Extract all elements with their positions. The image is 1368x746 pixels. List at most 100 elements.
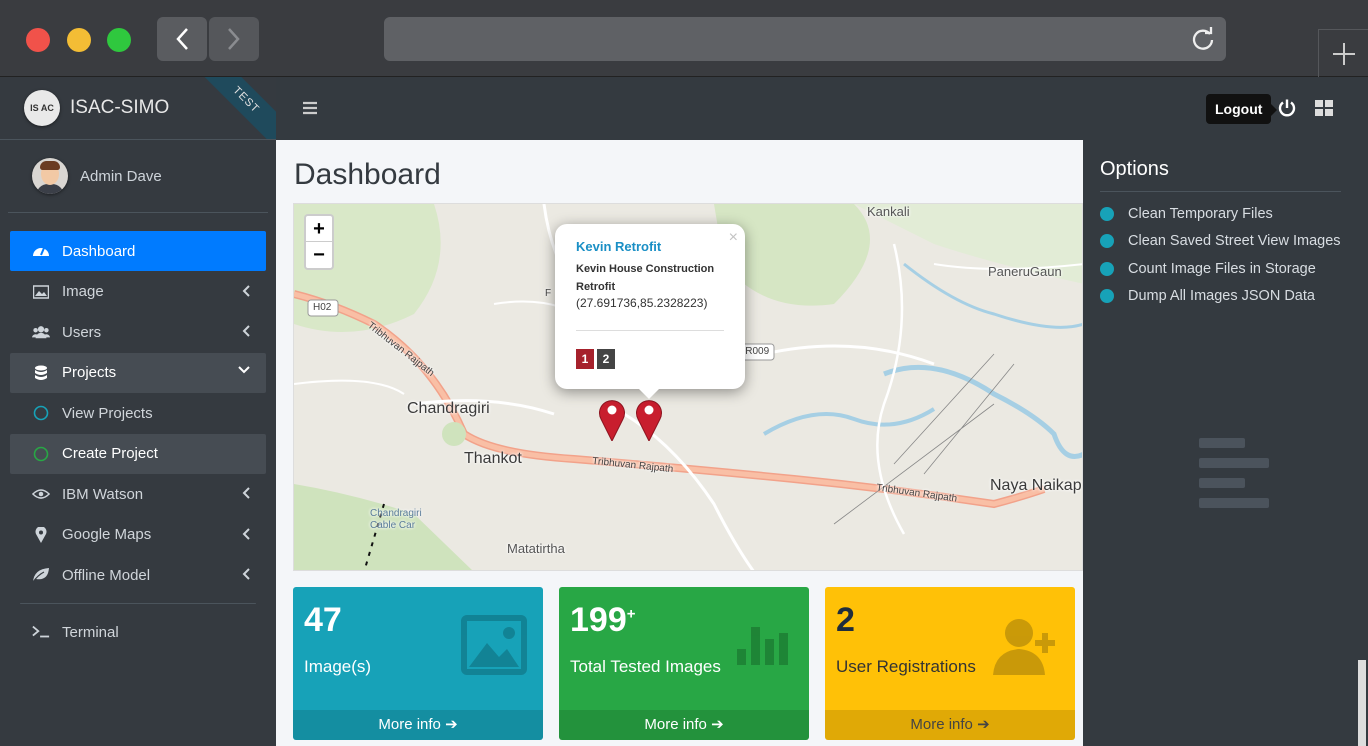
- control-sidebar: Options Clean Temporary Files Clean Save…: [1083, 140, 1368, 746]
- page-title: Dashboard: [294, 158, 441, 191]
- sidebar-item-view-projects[interactable]: View Projects: [10, 393, 266, 433]
- back-button[interactable]: [157, 17, 207, 61]
- sidebar-item-users[interactable]: Users: [10, 312, 266, 352]
- hamburger-menu-icon[interactable]: [302, 100, 318, 116]
- forward-button[interactable]: [209, 17, 259, 61]
- reload-icon[interactable]: [1190, 26, 1216, 52]
- option-count-image-files[interactable]: Count Image Files in Storage: [1100, 255, 1351, 283]
- map-label: Chandragiri: [407, 400, 490, 417]
- card-label: Image(s): [304, 657, 372, 676]
- logout-tooltip: Logout: [1206, 94, 1278, 124]
- sidebar-item-label: Projects: [62, 364, 117, 381]
- popup-coordinates: (27.691736,85.2328223): [576, 296, 708, 310]
- brand-logo: IS AC: [24, 90, 60, 126]
- sidebar-item-dashboard[interactable]: Dashboard: [10, 231, 266, 271]
- close-window-button[interactable]: [26, 28, 50, 52]
- avatar: [32, 158, 68, 194]
- option-clean-temporary-files[interactable]: Clean Temporary Files: [1100, 200, 1351, 228]
- leaf-icon: [32, 566, 50, 584]
- card-value: 2: [836, 601, 855, 639]
- popup-pager: 1 2: [576, 349, 724, 369]
- control-sidebar-icon[interactable]: [1315, 100, 1333, 116]
- map-label: PaneruGaun: [988, 264, 1062, 279]
- sidebar-item-image[interactable]: Image: [10, 272, 266, 312]
- chevron-down-icon: [238, 365, 250, 373]
- sidebar-item-label: Dashboard: [62, 242, 136, 260]
- user-name[interactable]: Admin Dave: [80, 168, 162, 185]
- brand-link[interactable]: IS AC ISAC-SIMO TEST: [0, 77, 276, 140]
- sidebar-item-label: Users: [62, 323, 102, 341]
- sidebar-item-google-maps[interactable]: Google Maps: [10, 515, 266, 555]
- arrow-circle-right-icon: ➔: [445, 716, 458, 733]
- power-icon[interactable]: [1277, 98, 1297, 118]
- sidebar-menu: Dashboard Image Users Projects View Proj…: [0, 213, 276, 652]
- sidebar-item-label: Create Project: [62, 445, 158, 462]
- map-popup: × Kevin Retrofit Kevin House Constructio…: [555, 224, 745, 399]
- chevron-left-icon: [242, 487, 250, 499]
- map-zoom-control: + −: [304, 214, 334, 270]
- circle-icon: [32, 445, 50, 463]
- user-plus-icon: [993, 619, 1055, 675]
- map-label: H02: [313, 302, 332, 313]
- circle-icon: [32, 404, 50, 422]
- map-label: Matatirtha: [507, 541, 565, 556]
- zoom-in-button[interactable]: +: [306, 216, 332, 242]
- sidebar-item-terminal[interactable]: Terminal: [10, 612, 266, 652]
- option-dump-images-json[interactable]: Dump All Images JSON Data: [1100, 283, 1351, 311]
- chevron-right-icon: [228, 28, 240, 50]
- image-icon: [461, 615, 527, 675]
- maximize-window-button[interactable]: [107, 28, 131, 52]
- map-marker-icon: [32, 526, 50, 544]
- sidebar-item-label: View Projects: [62, 404, 153, 422]
- page-2-button[interactable]: 2: [597, 349, 615, 369]
- minimize-window-button[interactable]: [67, 28, 91, 52]
- sidebar-item-label: IBM Watson: [62, 485, 144, 503]
- users-icon: [32, 323, 50, 341]
- popup-subtitle: Kevin House Construction Retrofit: [576, 263, 715, 293]
- main-content: Dashboard H02 DR009 F Chandragiri Thanko…: [276, 140, 1083, 746]
- top-navbar: Logout: [276, 77, 1368, 140]
- sidebar-item-create-project[interactable]: Create Project: [10, 433, 266, 474]
- arrow-circle-right-icon: ➔: [711, 716, 724, 733]
- page-1-button[interactable]: 1: [576, 349, 594, 369]
- sidebar-item-label: Google Maps: [62, 526, 152, 543]
- sidebar-item-projects[interactable]: Projects: [10, 352, 266, 393]
- eye-icon: [32, 485, 50, 503]
- chevron-left-icon: [176, 28, 188, 50]
- plus-icon: [1332, 42, 1355, 65]
- sidebar-item-offline-model[interactable]: Offline Model: [10, 555, 266, 595]
- loading-placeholder-icon: [1199, 438, 1269, 518]
- map-label: Chandragiri Cable Car: [370, 508, 422, 531]
- tested-images-card: 199+ Total Tested Images More info ➔: [559, 587, 809, 740]
- more-info-link[interactable]: More info ➔: [825, 710, 1075, 740]
- terminal-icon: [32, 623, 50, 641]
- bullet-icon: [1100, 206, 1114, 221]
- map-label: Naya Naikap: [990, 477, 1082, 494]
- map-marker-icon[interactable]: [598, 397, 626, 441]
- map-marker-icon[interactable]: [635, 397, 663, 441]
- bullet-icon: [1100, 289, 1114, 304]
- more-info-link[interactable]: More info ➔: [293, 710, 543, 740]
- bar-chart-icon: [737, 627, 788, 665]
- option-clean-street-view-images[interactable]: Clean Saved Street View Images: [1100, 228, 1351, 256]
- browser-chrome: [0, 0, 1368, 77]
- close-icon[interactable]: ×: [729, 229, 738, 247]
- brand-name: ISAC-SIMO: [70, 97, 170, 118]
- popup-title[interactable]: Kevin Retrofit: [576, 239, 724, 254]
- user-panel[interactable]: Admin Dave: [8, 140, 268, 213]
- test-ribbon: TEST: [194, 77, 276, 139]
- card-value: 199+: [570, 601, 636, 639]
- address-bar[interactable]: [384, 17, 1226, 61]
- map-label: Kankali: [867, 204, 910, 219]
- map[interactable]: H02 DR009 F Chandragiri Thankot Naya Nai…: [293, 203, 1083, 571]
- more-info-link[interactable]: More info ➔: [559, 710, 809, 740]
- zoom-out-button[interactable]: −: [306, 242, 332, 268]
- sidebar-item-ibm-watson[interactable]: IBM Watson: [10, 474, 266, 514]
- options-title: Options: [1100, 158, 1341, 192]
- chevron-left-icon: [242, 527, 250, 540]
- images-card: 47 Image(s) More info ➔: [293, 587, 543, 740]
- database-icon: [32, 364, 50, 382]
- scrollbar[interactable]: [1358, 660, 1366, 746]
- map-label: F: [545, 288, 552, 299]
- new-tab-button[interactable]: [1318, 29, 1368, 77]
